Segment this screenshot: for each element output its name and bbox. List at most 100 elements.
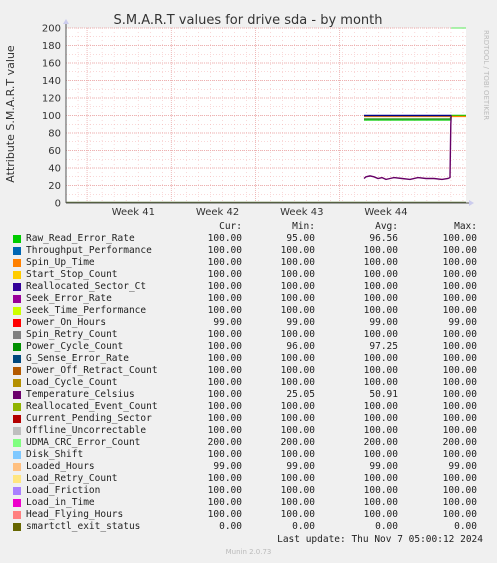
legend-series-name: Temperature_Celsius <box>26 389 135 400</box>
legend-value-min: 100.00 <box>280 281 315 292</box>
legend-value-cur: 100.00 <box>207 341 242 352</box>
legend-value-min: 100.00 <box>280 473 315 484</box>
legend-series-name: Power_Cycle_Count <box>26 341 124 352</box>
legend-value-avg: 100.00 <box>363 245 398 256</box>
legend-row: Loaded_Hours 99.00 99.00 99.00 99.00 <box>0 461 497 473</box>
legend-swatch <box>13 439 21 447</box>
legend-value-min: 200.00 <box>280 437 315 448</box>
legend-value-avg: 99.00 <box>369 317 398 328</box>
legend-series-name: Throughput_Performance <box>26 245 152 256</box>
legend-value-min: 100.00 <box>280 413 315 424</box>
legend-row: Load_Retry_Count 100.00 100.00 100.00 100.00 <box>0 473 497 485</box>
legend-value-cur: 100.00 <box>207 329 242 340</box>
legend-value-cur: 100.00 <box>207 389 242 400</box>
legend-series-name: UDMA_CRC_Error_Count <box>26 437 141 448</box>
y-tick-label: 100 <box>42 111 61 122</box>
legend-value-max: 100.00 <box>442 365 477 376</box>
legend-row: Power_On_Hours 99.00 99.00 99.00 99.00 <box>0 317 497 329</box>
legend-value-avg: 100.00 <box>363 497 398 508</box>
legend-value-max: 0.00 <box>454 521 477 532</box>
legend-value-min: 96.00 <box>286 341 315 352</box>
legend-value-avg: 96.56 <box>369 233 398 244</box>
legend-series-name: Head_Flying_Hours <box>26 509 124 520</box>
legend-series-name: Power_On_Hours <box>26 317 107 328</box>
chart-title: S.M.A.R.T values for drive sda - by mont… <box>114 13 383 28</box>
legend-swatch <box>13 391 21 399</box>
legend-series-name: Spin_Up_Time <box>26 257 95 268</box>
legend-value-cur: 100.00 <box>207 353 242 364</box>
legend-value-max: 100.00 <box>442 377 477 388</box>
legend-value-avg: 100.00 <box>363 293 398 304</box>
legend-value-max: 100.00 <box>442 401 477 412</box>
legend-value-cur: 100.00 <box>207 257 242 268</box>
y-axis-label: Attribute S.M.A.R.T value <box>4 45 17 183</box>
legend-value-min: 100.00 <box>280 401 315 412</box>
y-tick-label: 20 <box>48 181 61 192</box>
legend-value-max: 100.00 <box>442 293 477 304</box>
legend-value-min: 95.00 <box>286 233 315 244</box>
legend-value-max: 99.00 <box>448 317 477 328</box>
legend-value-max: 100.00 <box>442 473 477 484</box>
legend-value-cur: 100.00 <box>207 473 242 484</box>
legend-value-cur: 0.00 <box>219 521 242 532</box>
y-tick-label: 200 <box>42 24 61 35</box>
legend-row: Raw_Read_Error_Rate 100.00 95.00 96.56 100.0… <box>0 233 497 245</box>
legend-value-avg: 100.00 <box>363 485 398 496</box>
legend-value-cur: 200.00 <box>207 437 242 448</box>
legend-series-name: Current_Pending_Sector <box>26 413 152 424</box>
legend-series-name: Load_in_Time <box>26 497 95 508</box>
legend-value-cur: 100.00 <box>207 485 242 496</box>
y-tick-label: 0 <box>55 199 61 210</box>
legend-swatch <box>13 271 21 279</box>
legend-series-name: Loaded_Hours <box>26 461 95 472</box>
legend-value-avg: 50.91 <box>369 389 398 400</box>
legend-swatch <box>13 427 21 435</box>
legend-value-avg: 100.00 <box>363 329 398 340</box>
legend-row: Reallocated_Event_Count 100.00 100.00 100.0… <box>0 401 497 413</box>
legend-row: smartctl_exit_status 0.00 0.00 0.00 0.00 <box>0 521 497 533</box>
legend-swatch <box>13 415 21 423</box>
legend-row: Spin_Up_Time 100.00 100.00 100.00 100.00 <box>0 257 497 269</box>
legend-series-name: Offline_Uncorrectable <box>26 425 147 436</box>
header-max: Max: <box>454 221 477 232</box>
legend-series-name: Reallocated_Event_Count <box>26 401 158 412</box>
legend-value-max: 100.00 <box>442 257 477 268</box>
legend-value-min: 100.00 <box>280 293 315 304</box>
legend-swatch <box>13 523 21 531</box>
legend-swatch <box>13 331 21 339</box>
legend-swatch <box>13 307 21 315</box>
legend-value-max: 100.00 <box>442 389 477 400</box>
legend-series-name: Seek_Time_Performance <box>26 305 147 316</box>
y-tick-label: 160 <box>42 59 61 70</box>
legend-value-min: 100.00 <box>280 257 315 268</box>
legend-value-min: 100.00 <box>280 245 315 256</box>
legend-row: Spin_Retry_Count 100.00 100.00 100.00 100.00 <box>0 329 497 341</box>
legend-value-cur: 100.00 <box>207 401 242 412</box>
legend-row: Throughput_Performance 100.00 100.00 100.00… <box>0 245 497 257</box>
legend-series-name: Seek_Error_Rate <box>26 293 112 304</box>
legend-value-cur: 100.00 <box>207 497 242 508</box>
legend-value-avg: 100.00 <box>363 473 398 484</box>
legend-value-cur: 100.00 <box>207 509 242 520</box>
y-axis-arrow <box>63 19 69 24</box>
header-min: Min: <box>292 221 315 232</box>
legend-value-cur: 100.00 <box>207 281 242 292</box>
legend-series-name: Reallocated_Sector_Ct <box>26 281 147 292</box>
legend-row: Temperature_Celsius 100.00 25.05 50.91 100.0… <box>0 389 497 401</box>
legend-swatch <box>13 259 21 267</box>
legend-row: Head_Flying_Hours 100.00 100.00 100.00 100.0… <box>0 509 497 521</box>
legend-value-max: 99.00 <box>448 461 477 472</box>
legend-row: Reallocated_Sector_Ct 100.00 100.00 100.00 1… <box>0 281 497 293</box>
legend-swatch <box>13 499 21 507</box>
legend-value-min: 100.00 <box>280 497 315 508</box>
legend-row: Disk_Shift 100.00 100.00 100.00 100.00 <box>0 449 497 461</box>
legend-value-max: 100.00 <box>442 509 477 520</box>
legend-row: G_Sense_Error_Rate 100.00 100.00 100.00 100.… <box>0 353 497 365</box>
x-tick-label: Week 42 <box>196 207 239 218</box>
legend-series-name: G_Sense_Error_Rate <box>26 353 129 364</box>
legend-value-min: 25.05 <box>286 389 315 400</box>
header-cur: Cur: <box>219 221 242 232</box>
legend-row: Start_Stop_Count 100.00 100.00 100.00 100.00 <box>0 269 497 281</box>
legend-swatch <box>13 451 21 459</box>
legend-value-avg: 100.00 <box>363 365 398 376</box>
